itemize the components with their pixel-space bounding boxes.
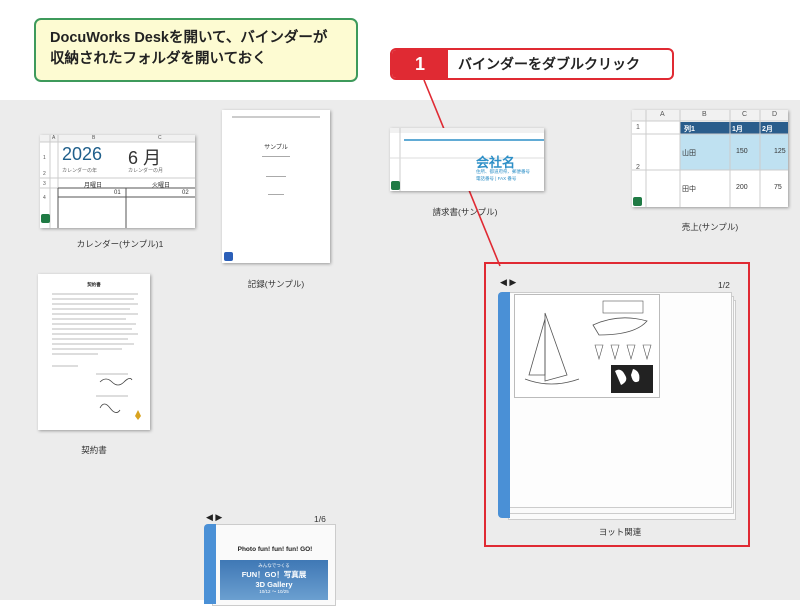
calendar-date-1: 01	[114, 190, 121, 196]
sales-col-c: C	[742, 111, 748, 118]
document-memo[interactable]: サンプル	[222, 110, 330, 263]
memo-header-line	[232, 116, 320, 118]
invoice-address-1: 住所、都道府県、郵便番号	[476, 169, 530, 174]
gallery-page-indicator: 1/6	[314, 514, 326, 524]
calendar-col-c: C	[158, 135, 162, 141]
calendar-date-2: 02	[182, 190, 189, 196]
contract-title: 契約書	[87, 282, 101, 287]
yacht-blueprint-thumbnail	[514, 294, 660, 398]
yacht-blueprint-drawing	[524, 300, 653, 393]
sales-header-1: 列1	[684, 126, 695, 133]
sales-cell: 125	[774, 148, 786, 155]
document-contract[interactable]: 契約書	[38, 274, 150, 430]
sales-row-1: 1	[636, 124, 640, 131]
excel-icon	[41, 214, 50, 223]
gallery-banner-2: FUN！GO！写真展	[241, 570, 307, 579]
sales-header-2: 1月	[732, 126, 743, 133]
caption-sales: 売上(サンプル)	[681, 222, 739, 232]
calendar-year: 2026	[62, 144, 103, 164]
step-text: バインダーをダブルクリック	[458, 56, 640, 72]
gallery-binder[interactable]: Photo fun! fun! fun! GO! みんなでつくる FUN！GO！…	[204, 524, 336, 606]
callout-line-1: DocuWorks Deskを開いて、バインダーが	[50, 30, 328, 46]
binder-nav-arrows[interactable]: ◀ ▶	[500, 277, 516, 288]
invoice-address-2: 電話番号 | FAX 番号	[476, 176, 517, 181]
calendar-col-a: A	[52, 135, 56, 141]
excel-icon	[633, 197, 642, 206]
binder-spine	[498, 292, 510, 518]
memo-title: サンプル	[264, 145, 288, 151]
sales-cell: 田中	[682, 186, 696, 193]
excel-icon	[391, 181, 400, 190]
calendar-row-1: 1	[43, 155, 46, 161]
caption-yacht-binder: ヨット関連	[598, 527, 642, 537]
calendar-row-4: 4	[43, 195, 46, 201]
sales-cell: 山田	[682, 150, 696, 157]
calendar-day-2: 火曜日	[152, 183, 171, 189]
gallery-headline: Photo fun! fun! fun! GO!	[237, 546, 313, 553]
caption-memo: 記録(サンプル)	[247, 279, 305, 289]
sales-cell: 75	[774, 184, 782, 191]
step-label: 1 バインダーをダブルクリック	[390, 48, 674, 80]
calendar-day-1: 月曜日	[84, 183, 103, 189]
sales-col-d: D	[772, 111, 778, 118]
instruction-callout: DocuWorks Deskを開いて、バインダーが 収納されたフォルダを開いてお…	[34, 18, 358, 82]
gallery-banner-3: 3D Gallery	[255, 580, 293, 589]
document-invoice[interactable]: 会社名 住所、都道府県、郵便番号 電話番号 | FAX 番号	[390, 128, 544, 191]
sales-col-a: A	[660, 111, 665, 118]
sales-header-3: 2月	[762, 126, 773, 133]
document-calendar[interactable]: A B C 1 2 3 4 2026 カレンダーの年 6 月 カレンダーの月 月…	[40, 135, 195, 228]
sales-row-2: 2	[636, 164, 640, 171]
gallery-binder-spine	[204, 524, 216, 604]
memo-line	[268, 194, 284, 195]
word-icon	[224, 252, 233, 261]
caption-calendar: カレンダー(サンプル)1	[76, 239, 164, 249]
binder-page-indicator: 1/2	[718, 280, 730, 290]
gallery-nav-arrows[interactable]: ◀ ▶	[206, 512, 222, 523]
memo-line	[262, 156, 290, 157]
sales-col-b: B	[702, 111, 707, 118]
calendar-row-3: 3	[43, 181, 46, 187]
gallery-banner-4: 10/12 〜 10/25	[259, 589, 289, 594]
yacht-binder[interactable]	[498, 292, 736, 520]
sales-cell: 150	[736, 148, 748, 155]
memo-line	[266, 176, 286, 177]
invoice-sheet	[390, 128, 544, 191]
calendar-month-label: カレンダーの月	[128, 168, 164, 174]
contract-text-lines	[52, 293, 141, 420]
calendar-row-2: 2	[43, 171, 46, 177]
callout-line-2: 収納されたフォルダを開いておく	[50, 51, 267, 67]
calendar-col-b: B	[92, 135, 96, 141]
calendar-year-label: カレンダーの年	[62, 168, 98, 174]
sales-cell: 200	[736, 184, 748, 191]
gallery-banner: みんなでつくる FUN！GO！写真展 3D Gallery 10/12 〜 10…	[220, 560, 328, 600]
document-sales[interactable]: A B C D 1 2 列1 1月 2月 山田 150 125 田中 200 7…	[632, 110, 788, 207]
caption-invoice: 請求書(サンプル)	[432, 207, 498, 217]
caption-contract: 契約書	[81, 445, 107, 455]
step-number: 1	[392, 50, 448, 78]
